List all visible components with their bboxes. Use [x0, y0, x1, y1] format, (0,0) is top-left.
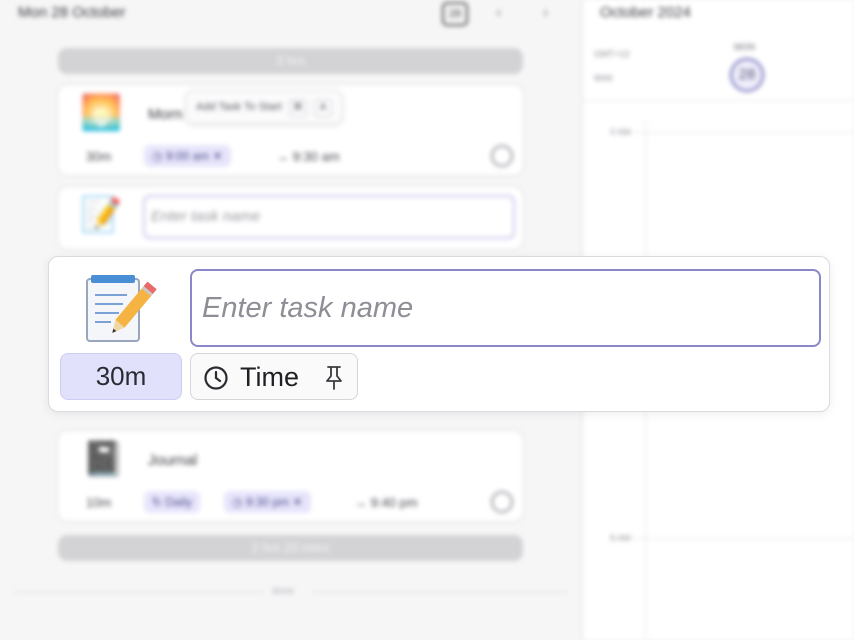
new-task-card: 30m Time: [48, 256, 830, 412]
complete-checkbox[interactable]: [491, 145, 513, 167]
task-title: Journal: [148, 452, 198, 469]
hour-label: 8 AM: [610, 533, 631, 543]
start-time-text: 9:00 am: [165, 149, 210, 163]
add-task-tooltip: Add Task To Start ⌘ A: [185, 90, 343, 124]
free-time-gap-top: 3 hrs: [58, 48, 523, 74]
day-header-date: Mon 28 October: [18, 4, 126, 21]
start-time-chip[interactable]: ◷ 9:00 am ✕: [144, 145, 231, 167]
hour-label: 9 AM: [610, 127, 631, 137]
pin-icon[interactable]: [323, 364, 345, 390]
free-time-gap-bottom: 2 hrs 20 mins: [58, 535, 523, 561]
next-day-icon[interactable]: ›: [543, 4, 548, 22]
today-button[interactable]: 28: [442, 2, 468, 26]
calendar-day-name: MON: [734, 42, 755, 52]
sunrise-icon: 🌅: [80, 94, 123, 132]
duration-button[interactable]: 30m: [60, 353, 182, 400]
shortcut-key-cmd: ⌘: [288, 99, 307, 117]
end-time: → 9:30 am: [276, 149, 340, 164]
time-button-label: Time: [240, 362, 299, 392]
tooltip-text: Add Task To Start: [196, 101, 282, 113]
start-time-text: 9:30 pm: [245, 495, 290, 509]
calendar-day-number[interactable]: 28: [730, 58, 764, 92]
timezone-label: GMT+13 W44: [594, 42, 629, 90]
clock-icon: [204, 366, 228, 390]
hour-gridline: [620, 132, 854, 133]
draft-task-name-input[interactable]: Enter task name: [143, 195, 515, 239]
complete-checkbox[interactable]: [491, 491, 513, 513]
memo-icon: [86, 275, 157, 342]
calendar-header-border: [582, 100, 854, 101]
shortcut-key-a: A: [313, 99, 332, 117]
time-button[interactable]: Time: [190, 353, 358, 400]
divider-right: [312, 592, 568, 593]
task-duration: 10m: [86, 495, 112, 510]
task-card-journal[interactable]: 📓 Journal 10m ↻ Daily ◷ 9:30 pm ✕ → 9:40…: [57, 430, 524, 522]
divider-left: [14, 592, 264, 593]
previous-day-icon[interactable]: ‹: [496, 4, 501, 22]
week-number: W44: [594, 73, 613, 83]
hour-gridline: [620, 538, 854, 539]
task-title: Morn: [148, 106, 183, 123]
end-time: → 9:40 pm: [354, 495, 418, 510]
task-duration: 30m: [86, 149, 112, 164]
timezone-text: GMT+13: [594, 49, 630, 59]
notebook-icon: 📓: [82, 440, 125, 478]
app-root: Mon 28 October 28 ‹ › 3 hrs 🌅 Morn 30m ◷…: [0, 0, 854, 640]
calendar-month-title: October 2024: [600, 4, 691, 21]
start-time-chip[interactable]: ◷ 9:30 pm ✕: [224, 491, 311, 513]
repeat-chip[interactable]: ↻ Daily: [144, 491, 201, 513]
repeat-text: Daily: [165, 495, 193, 509]
memo-icon: 📝: [80, 196, 123, 234]
task-name-input[interactable]: [190, 269, 821, 347]
done-divider-label: done: [272, 586, 295, 597]
